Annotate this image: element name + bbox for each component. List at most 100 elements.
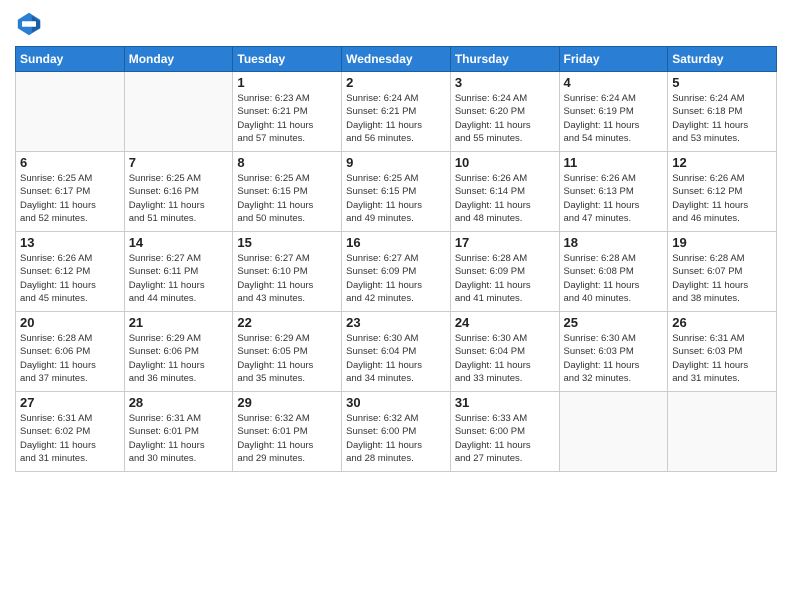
calendar-cell	[559, 392, 668, 472]
calendar-cell: 22 Sunrise: 6:29 AM Sunset: 6:05 PM Dayli…	[233, 312, 342, 392]
calendar-cell: 13Sunrise: 6:26 AM Sunset: 6:12 PM Dayli…	[16, 232, 125, 312]
day-number: 5	[672, 75, 772, 90]
day-number: 31	[455, 395, 555, 410]
calendar-cell: 14 Sunrise: 6:27 AM Sunset: 6:11 PM Dayli…	[124, 232, 233, 312]
day-number: 14	[129, 235, 229, 250]
day-info: Sunrise: 6:31 AM Sunset: 6:01 PM Dayligh…	[129, 412, 229, 465]
day-info: Sunrise: 6:27 AM Sunset: 6:10 PM Dayligh…	[237, 252, 337, 305]
day-number: 27	[20, 395, 120, 410]
calendar-cell: 27 Sunrise: 6:31 AM Sunset: 6:02 PM Dayli…	[16, 392, 125, 472]
day-number: 17	[455, 235, 555, 250]
day-info: Sunrise: 6:26 AM Sunset: 6:12 PM Dayligh…	[672, 172, 772, 225]
day-number: 1	[237, 75, 337, 90]
day-info: Sunrise: 6:24 AM Sunset: 6:18 PM Dayligh…	[672, 92, 772, 145]
day-number: 30	[346, 395, 446, 410]
calendar-cell: 12 Sunrise: 6:26 AM Sunset: 6:12 PM Dayli…	[668, 152, 777, 232]
calendar-cell: 23Sunrise: 6:30 AM Sunset: 6:04 PM Dayli…	[342, 312, 451, 392]
day-number: 15	[237, 235, 337, 250]
weekday-header: Tuesday	[233, 47, 342, 72]
day-number: 25	[564, 315, 664, 330]
calendar-cell: 9Sunrise: 6:25 AM Sunset: 6:15 PM Daylig…	[342, 152, 451, 232]
day-info: Sunrise: 6:26 AM Sunset: 6:12 PM Dayligh…	[20, 252, 120, 305]
day-info: Sunrise: 6:29 AM Sunset: 6:06 PM Dayligh…	[129, 332, 229, 385]
calendar-cell: 24Sunrise: 6:30 AM Sunset: 6:04 PM Dayli…	[450, 312, 559, 392]
day-info: Sunrise: 6:30 AM Sunset: 6:04 PM Dayligh…	[346, 332, 446, 385]
day-info: Sunrise: 6:23 AM Sunset: 6:21 PM Dayligh…	[237, 92, 337, 145]
day-info: Sunrise: 6:26 AM Sunset: 6:13 PM Dayligh…	[564, 172, 664, 225]
calendar-cell	[124, 72, 233, 152]
calendar-cell: 2 Sunrise: 6:24 AM Sunset: 6:21 PM Daylig…	[342, 72, 451, 152]
calendar-week-row: 13Sunrise: 6:26 AM Sunset: 6:12 PM Dayli…	[16, 232, 777, 312]
day-info: Sunrise: 6:30 AM Sunset: 6:04 PM Dayligh…	[455, 332, 555, 385]
calendar-cell: 29 Sunrise: 6:32 AM Sunset: 6:01 PM Dayli…	[233, 392, 342, 472]
day-info: Sunrise: 6:27 AM Sunset: 6:11 PM Dayligh…	[129, 252, 229, 305]
calendar-cell: 31 Sunrise: 6:33 AM Sunset: 6:00 PM Dayli…	[450, 392, 559, 472]
weekday-header: Wednesday	[342, 47, 451, 72]
calendar-cell: 26 Sunrise: 6:31 AM Sunset: 6:03 PM Dayli…	[668, 312, 777, 392]
calendar-cell: 7 Sunrise: 6:25 AM Sunset: 6:16 PM Daylig…	[124, 152, 233, 232]
day-info: Sunrise: 6:28 AM Sunset: 6:06 PM Dayligh…	[20, 332, 120, 385]
day-number: 4	[564, 75, 664, 90]
calendar-week-row: 27 Sunrise: 6:31 AM Sunset: 6:02 PM Dayli…	[16, 392, 777, 472]
day-info: Sunrise: 6:28 AM Sunset: 6:09 PM Dayligh…	[455, 252, 555, 305]
day-info: Sunrise: 6:31 AM Sunset: 6:03 PM Dayligh…	[672, 332, 772, 385]
day-info: Sunrise: 6:28 AM Sunset: 6:07 PM Dayligh…	[672, 252, 772, 305]
weekday-header: Saturday	[668, 47, 777, 72]
calendar-cell: 3 Sunrise: 6:24 AM Sunset: 6:20 PM Daylig…	[450, 72, 559, 152]
day-number: 22	[237, 315, 337, 330]
calendar-cell: 25 Sunrise: 6:30 AM Sunset: 6:03 PM Dayli…	[559, 312, 668, 392]
calendar-cell: 6Sunrise: 6:25 AM Sunset: 6:17 PM Daylig…	[16, 152, 125, 232]
weekday-header: Monday	[124, 47, 233, 72]
day-info: Sunrise: 6:25 AM Sunset: 6:15 PM Dayligh…	[237, 172, 337, 225]
calendar-week-row: 20 Sunrise: 6:28 AM Sunset: 6:06 PM Dayli…	[16, 312, 777, 392]
day-number: 28	[129, 395, 229, 410]
day-number: 18	[564, 235, 664, 250]
day-info: Sunrise: 6:32 AM Sunset: 6:01 PM Dayligh…	[237, 412, 337, 465]
weekday-header: Sunday	[16, 47, 125, 72]
calendar-cell: 19 Sunrise: 6:28 AM Sunset: 6:07 PM Dayli…	[668, 232, 777, 312]
day-info: Sunrise: 6:24 AM Sunset: 6:20 PM Dayligh…	[455, 92, 555, 145]
day-info: Sunrise: 6:27 AM Sunset: 6:09 PM Dayligh…	[346, 252, 446, 305]
day-number: 21	[129, 315, 229, 330]
day-number: 9	[346, 155, 446, 170]
calendar-cell	[16, 72, 125, 152]
calendar-cell: 1 Sunrise: 6:23 AM Sunset: 6:21 PM Daylig…	[233, 72, 342, 152]
day-info: Sunrise: 6:31 AM Sunset: 6:02 PM Dayligh…	[20, 412, 120, 465]
day-number: 11	[564, 155, 664, 170]
day-number: 29	[237, 395, 337, 410]
weekday-header-row: SundayMondayTuesdayWednesdayThursdayFrid…	[16, 47, 777, 72]
day-number: 7	[129, 155, 229, 170]
weekday-header: Thursday	[450, 47, 559, 72]
calendar-cell: 15 Sunrise: 6:27 AM Sunset: 6:10 PM Dayli…	[233, 232, 342, 312]
day-number: 20	[20, 315, 120, 330]
day-number: 3	[455, 75, 555, 90]
day-number: 2	[346, 75, 446, 90]
day-number: 10	[455, 155, 555, 170]
calendar-cell: 21 Sunrise: 6:29 AM Sunset: 6:06 PM Dayli…	[124, 312, 233, 392]
calendar-cell: 16Sunrise: 6:27 AM Sunset: 6:09 PM Dayli…	[342, 232, 451, 312]
header	[15, 10, 777, 38]
calendar-cell: 8Sunrise: 6:25 AM Sunset: 6:15 PM Daylig…	[233, 152, 342, 232]
page: SundayMondayTuesdayWednesdayThursdayFrid…	[0, 0, 792, 612]
day-info: Sunrise: 6:26 AM Sunset: 6:14 PM Dayligh…	[455, 172, 555, 225]
calendar-cell: 18 Sunrise: 6:28 AM Sunset: 6:08 PM Dayli…	[559, 232, 668, 312]
day-number: 12	[672, 155, 772, 170]
day-info: Sunrise: 6:32 AM Sunset: 6:00 PM Dayligh…	[346, 412, 446, 465]
weekday-header: Friday	[559, 47, 668, 72]
calendar-cell: 17 Sunrise: 6:28 AM Sunset: 6:09 PM Dayli…	[450, 232, 559, 312]
logo-icon	[15, 10, 43, 38]
day-info: Sunrise: 6:24 AM Sunset: 6:19 PM Dayligh…	[564, 92, 664, 145]
calendar: SundayMondayTuesdayWednesdayThursdayFrid…	[15, 46, 777, 472]
day-info: Sunrise: 6:30 AM Sunset: 6:03 PM Dayligh…	[564, 332, 664, 385]
day-info: Sunrise: 6:29 AM Sunset: 6:05 PM Dayligh…	[237, 332, 337, 385]
day-number: 26	[672, 315, 772, 330]
calendar-cell: 10 Sunrise: 6:26 AM Sunset: 6:14 PM Dayli…	[450, 152, 559, 232]
day-info: Sunrise: 6:24 AM Sunset: 6:21 PM Dayligh…	[346, 92, 446, 145]
day-number: 19	[672, 235, 772, 250]
day-info: Sunrise: 6:25 AM Sunset: 6:16 PM Dayligh…	[129, 172, 229, 225]
logo	[15, 10, 47, 38]
day-info: Sunrise: 6:25 AM Sunset: 6:17 PM Dayligh…	[20, 172, 120, 225]
day-info: Sunrise: 6:28 AM Sunset: 6:08 PM Dayligh…	[564, 252, 664, 305]
calendar-cell: 28 Sunrise: 6:31 AM Sunset: 6:01 PM Dayli…	[124, 392, 233, 472]
day-info: Sunrise: 6:33 AM Sunset: 6:00 PM Dayligh…	[455, 412, 555, 465]
